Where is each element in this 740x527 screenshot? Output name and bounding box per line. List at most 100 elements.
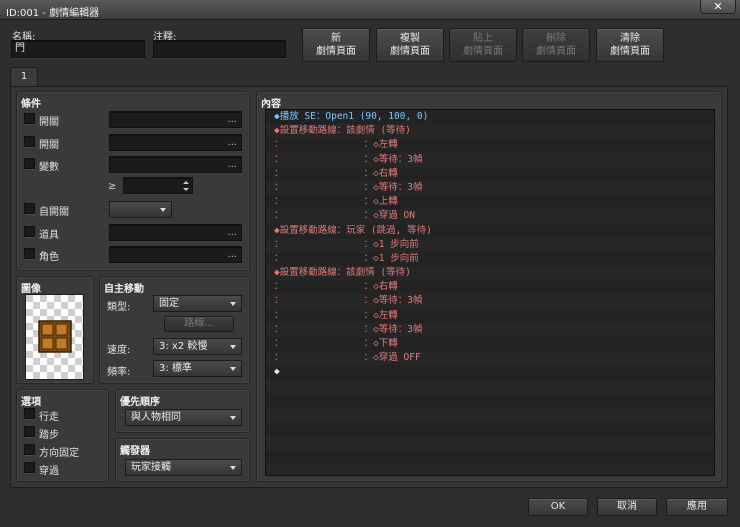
autonomous-movement-title: 自主移動 bbox=[104, 284, 144, 295]
apply-button[interactable]: 應用 bbox=[666, 498, 728, 516]
speed-value: 3: x2 較慢 bbox=[159, 341, 208, 352]
content-title: 內容 bbox=[261, 99, 281, 110]
name-input[interactable]: 門 bbox=[11, 40, 145, 58]
condition-checkbox[interactable] bbox=[24, 158, 35, 169]
condition-checkbox[interactable] bbox=[24, 136, 35, 147]
ok-button[interactable]: OK bbox=[528, 498, 588, 516]
empty-row bbox=[266, 450, 714, 465]
page-button-line2: 劇情頁面 bbox=[316, 46, 356, 57]
page-button-line1: 貼上 bbox=[473, 33, 493, 44]
page-button-line1: 清除 bbox=[620, 33, 640, 44]
condition-checkbox[interactable] bbox=[24, 226, 35, 237]
command-row[interactable]: ： ：◇下轉 bbox=[266, 337, 714, 352]
chevron-down-icon bbox=[160, 208, 166, 212]
priority-dropdown[interactable]: 與人物相同 bbox=[125, 409, 242, 426]
page-button-0[interactable]: 新劇情頁面 bbox=[302, 28, 370, 62]
condition-checkbox[interactable] bbox=[24, 113, 35, 124]
command-row[interactable]: ： ：◇左轉 bbox=[266, 138, 714, 153]
option-checkbox[interactable] bbox=[24, 408, 35, 419]
condition-label: 變數 bbox=[39, 162, 59, 173]
empty-row bbox=[266, 407, 714, 423]
trigger-value: 玩家接觸 bbox=[131, 462, 171, 473]
event-image-preview[interactable] bbox=[25, 294, 84, 380]
chevron-down-icon bbox=[230, 367, 236, 371]
frequency-dropdown[interactable]: 3: 標準 bbox=[153, 360, 242, 377]
page-button-line2: 劇情頁面 bbox=[463, 46, 503, 57]
tab-page-1[interactable]: 1 bbox=[10, 67, 38, 87]
page-button-1[interactable]: 複製 劇情頁面 bbox=[376, 28, 444, 62]
spin-up-icon[interactable] bbox=[183, 181, 189, 184]
door-sprite-image bbox=[26, 295, 83, 379]
frequency-value: 3: 標準 bbox=[159, 363, 192, 374]
condition-select-field[interactable]: ... bbox=[109, 134, 242, 151]
close-button[interactable]: ✕ bbox=[700, 0, 736, 14]
page-button-line1: 複製 bbox=[400, 33, 420, 44]
movement-type-value: 固定 bbox=[159, 298, 179, 309]
condition-select-field[interactable]: ... bbox=[109, 246, 242, 263]
command-row[interactable]: ◆播放 SE：Open1 (90, 100, 0) bbox=[266, 110, 714, 125]
command-row[interactable]: ◆設置移動路線：玩家 (跳過, 等待) bbox=[266, 223, 714, 238]
command-row[interactable]: ： ：◇左轉 bbox=[266, 308, 714, 323]
speed-label: 速度: bbox=[107, 345, 131, 356]
command-row[interactable]: ： ：◇上轉 bbox=[266, 195, 714, 210]
command-row[interactable]: ： ：◇穿過 ON bbox=[266, 209, 714, 224]
chevron-down-icon bbox=[230, 302, 236, 306]
window-title: ID:001 - 劇情編輯器 bbox=[6, 8, 100, 19]
chevron-down-icon bbox=[230, 466, 236, 470]
trigger-dropdown[interactable]: 玩家接觸 bbox=[125, 459, 242, 476]
command-row[interactable]: ◆設置移動路線：該劇情 (等待) bbox=[266, 124, 714, 139]
condition-select-field[interactable]: ... bbox=[109, 224, 242, 241]
empty-row bbox=[266, 393, 714, 408]
route-button[interactable]: 路線... bbox=[164, 316, 234, 332]
chevron-down-icon bbox=[230, 416, 236, 420]
condition-label: 開關 bbox=[39, 117, 59, 128]
priority-title: 優先順序 bbox=[120, 397, 160, 408]
option-checkbox[interactable] bbox=[24, 426, 35, 437]
title-bar: ID:001 - 劇情編輯器 ✕ bbox=[0, 0, 740, 20]
page-button-4[interactable]: 清除 劇情頁面 bbox=[596, 28, 664, 62]
option-checkbox[interactable] bbox=[24, 462, 35, 473]
page-button-line1: 刪除 bbox=[546, 33, 566, 44]
command-row[interactable]: ： ：◇等待：3幀 bbox=[266, 152, 714, 167]
page-button-line2: 劇情頁面 bbox=[610, 46, 650, 57]
command-row[interactable]: ◆設置移動路線：該劇情 (等待) bbox=[266, 266, 714, 281]
option-checkbox[interactable] bbox=[24, 444, 35, 455]
spin-down-icon[interactable] bbox=[183, 188, 189, 191]
condition-label: 角色 bbox=[39, 252, 59, 263]
command-row[interactable]: ： ：◇1 步向前 bbox=[266, 251, 714, 267]
conditions-title: 條件 bbox=[21, 99, 41, 110]
page-button-3[interactable]: 刪除 劇情頁面 bbox=[522, 28, 590, 62]
command-row[interactable]: ◆ bbox=[266, 365, 714, 380]
command-row[interactable]: ： ：◇穿過 OFF bbox=[266, 351, 714, 366]
command-row[interactable]: ： ：◇1 步向前 bbox=[266, 237, 714, 252]
ge-symbol: ≥ bbox=[108, 181, 117, 192]
page-button-line1: 新 bbox=[331, 33, 341, 44]
option-label: 行走 bbox=[39, 412, 59, 423]
command-row[interactable]: ： ：◇等待：3幀 bbox=[266, 294, 714, 309]
speed-dropdown[interactable]: 3: x2 較慢 bbox=[153, 338, 242, 355]
option-label: 穿過 bbox=[39, 466, 59, 477]
condition-select-field[interactable]: ... bbox=[109, 111, 242, 128]
image-title: 圖像 bbox=[21, 284, 41, 295]
frequency-label: 頻率: bbox=[107, 367, 131, 378]
empty-row bbox=[266, 436, 714, 451]
condition-checkbox[interactable] bbox=[24, 203, 35, 214]
condition-select-field[interactable]: ... bbox=[109, 156, 242, 173]
event-command-list[interactable]: ◆播放 SE：Open1 (90, 100, 0) ◆設置移動路線：該劇情 (等待… bbox=[265, 109, 715, 476]
note-input[interactable] bbox=[153, 40, 286, 58]
empty-row bbox=[266, 422, 714, 437]
condition-label: 自開關 bbox=[39, 207, 69, 218]
command-row[interactable]: ： ：◇右轉 bbox=[266, 166, 714, 181]
empty-row bbox=[266, 464, 714, 475]
command-row[interactable]: ： ：◇等待：3幀 bbox=[266, 322, 714, 337]
page-button-line2: 劇情頁面 bbox=[536, 46, 576, 57]
command-row[interactable]: ： ：◇右轉 bbox=[266, 280, 714, 295]
command-row[interactable]: ： ：◇等待：3幀 bbox=[266, 180, 714, 196]
cancel-button[interactable]: 取消 bbox=[597, 498, 657, 516]
self-switch-dropdown[interactable] bbox=[109, 201, 172, 218]
variable-value-spinner[interactable] bbox=[123, 177, 193, 194]
condition-checkbox[interactable] bbox=[24, 248, 35, 259]
option-label: 踏步 bbox=[39, 430, 59, 441]
movement-type-dropdown[interactable]: 固定 bbox=[153, 295, 242, 312]
page-button-2[interactable]: 貼上 劇情頁面 bbox=[449, 28, 517, 62]
